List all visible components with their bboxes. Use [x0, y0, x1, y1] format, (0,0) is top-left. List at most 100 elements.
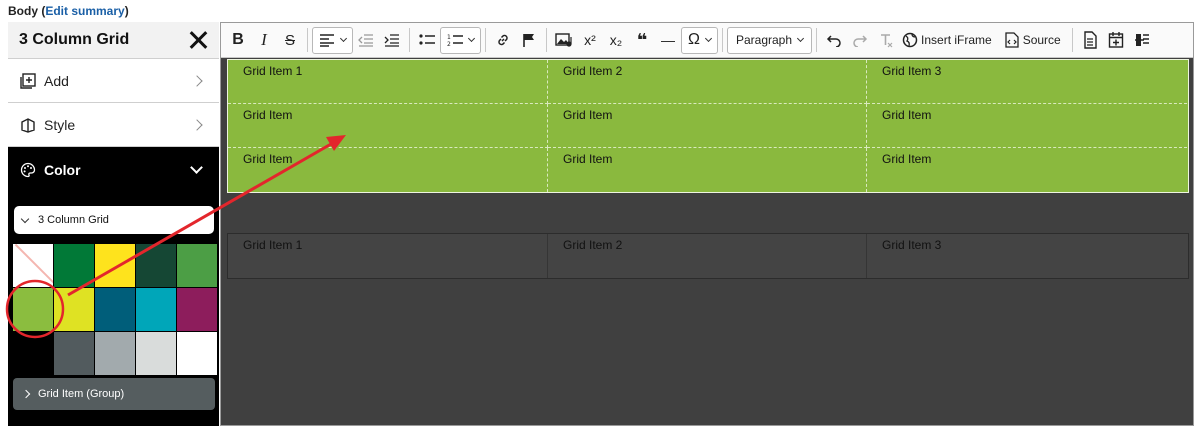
color-swatch[interactable]	[54, 288, 94, 331]
chevron-right-icon	[21, 389, 31, 399]
color-swatch[interactable]	[177, 332, 217, 375]
sidebar-title: 3 Column Grid	[19, 31, 130, 48]
horizontal-line-button[interactable]: —	[655, 27, 681, 54]
remove-format-button[interactable]	[873, 27, 899, 54]
three-column-grid-colored[interactable]: Grid Item 1 Grid Item 2 Grid Item 3 Grid It…	[227, 59, 1189, 193]
grid-item-group-toggle[interactable]: Grid Item (Group)	[13, 378, 215, 410]
grid-item-cell[interactable]: Grid Item 2	[548, 234, 867, 278]
insert-iframe-label: Insert iFrame	[921, 33, 992, 47]
close-icon[interactable]	[187, 29, 209, 51]
three-column-grid[interactable]: Grid Item 1 Grid Item 2 Grid Item 3	[227, 233, 1189, 279]
grid-item-cell[interactable]: Grid Item	[228, 148, 548, 192]
target-select[interactable]: 3 Column Grid	[14, 206, 214, 234]
sidebar-header: 3 Column Grid	[8, 22, 219, 59]
redo-button[interactable]	[847, 27, 873, 54]
color-swatch[interactable]	[136, 244, 176, 287]
numbered-list-dropdown[interactable]: 12	[440, 26, 481, 54]
insert-iframe-button[interactable]: Insert iFrame	[899, 27, 995, 54]
indent-button[interactable]	[379, 27, 405, 54]
numbered-list-icon: 12	[447, 34, 463, 47]
flag-icon	[523, 34, 534, 47]
outdent-button[interactable]	[353, 27, 379, 54]
rich-text-editor: B I S 12 x² x₂ ❝ — Ω Paragraph Insert iF…	[220, 22, 1194, 426]
sidebar-item-label: Add	[44, 72, 69, 89]
grid-item-cell[interactable]: Grid Item	[228, 104, 548, 148]
color-swatch[interactable]	[95, 288, 135, 331]
align-left-icon	[320, 34, 334, 47]
group-toggle-label: Grid Item (Group)	[38, 388, 125, 400]
toolbar-divider	[816, 28, 818, 52]
toolbar-divider	[307, 28, 308, 52]
grid-item-cell[interactable]: Grid Item	[867, 148, 1187, 192]
sidebar-item-style[interactable]: Style	[8, 103, 219, 147]
grid-item-cell[interactable]: Grid Item 3	[867, 234, 1187, 278]
sidebar-item-label: Color	[44, 162, 81, 178]
subscript-button[interactable]: x₂	[603, 27, 629, 54]
source-label: Source	[1022, 33, 1061, 47]
undo-icon	[826, 35, 841, 47]
grid-item-cell[interactable]: Grid Item 3	[867, 60, 1187, 104]
bulleted-list-button[interactable]	[414, 27, 440, 54]
toolbar-divider	[485, 28, 486, 52]
source-code-icon	[1005, 32, 1019, 48]
chevron-down-icon	[704, 34, 713, 43]
blockquote-button[interactable]: ❝	[629, 27, 655, 54]
redo-icon	[853, 35, 868, 47]
sidebar-item-add[interactable]: Add	[8, 59, 219, 103]
chevron-down-icon	[20, 214, 30, 223]
anchor-button[interactable]	[516, 27, 542, 54]
heading-dropdown[interactable]: Paragraph	[726, 26, 813, 54]
italic-button[interactable]: I	[251, 27, 277, 54]
bulleted-list-icon	[419, 34, 435, 45]
style-icon	[21, 117, 35, 133]
superscript-button[interactable]: x²	[577, 27, 603, 54]
grid-item-cell[interactable]: Grid Item 2	[548, 60, 867, 104]
template-button[interactable]	[1129, 27, 1155, 54]
grid-item-cell[interactable]: Grid Item	[548, 148, 867, 192]
link-icon	[498, 34, 508, 46]
swatch-no-color[interactable]	[13, 244, 53, 287]
grid-item-cell[interactable]: Grid Item 1	[228, 60, 548, 104]
color-swatch[interactable]	[136, 332, 176, 375]
grid-item-cell[interactable]: Grid Item 1	[228, 234, 548, 278]
grid-item-cell[interactable]: Grid Item	[867, 104, 1187, 148]
bold-button[interactable]: B	[225, 27, 251, 54]
style-sidebar: 3 Column Grid Add Style Color 3 Column G…	[8, 22, 219, 426]
color-swatch[interactable]	[95, 332, 135, 375]
remove-format-icon	[881, 34, 893, 48]
chevron-down-icon	[796, 34, 805, 43]
toolbar-divider	[546, 28, 547, 52]
link-button[interactable]	[490, 27, 516, 54]
template-icon	[1134, 34, 1149, 46]
color-swatch[interactable]	[54, 332, 94, 375]
color-swatch[interactable]	[177, 244, 217, 287]
document-button[interactable]	[1077, 27, 1103, 54]
svg-text:1: 1	[447, 34, 451, 41]
svg-text:2: 2	[447, 41, 451, 47]
target-select-value: 3 Column Grid	[38, 214, 109, 226]
grid-item-cell[interactable]: Grid Item	[548, 104, 867, 148]
edit-summary-link[interactable]: Edit summary	[45, 4, 124, 18]
heading-dropdown-value: Paragraph	[735, 33, 793, 47]
editor-toolbar: B I S 12 x² x₂ ❝ — Ω Paragraph Insert iF…	[221, 23, 1193, 58]
special-characters-dropdown[interactable]: Ω	[681, 26, 718, 54]
palette-icon	[20, 162, 36, 178]
omega-icon: Ω	[688, 31, 700, 48]
chevron-down-icon	[339, 34, 348, 43]
insert-date-button[interactable]	[1103, 27, 1129, 54]
chevron-down-icon	[467, 34, 476, 43]
sidebar-item-color[interactable]: Color	[8, 147, 219, 193]
swatch-empty	[13, 332, 53, 375]
source-button[interactable]: Source	[1001, 27, 1064, 54]
color-swatch[interactable]	[136, 288, 176, 331]
undo-button[interactable]	[821, 27, 847, 54]
toolbar-divider	[409, 28, 410, 52]
strikethrough-button[interactable]: S	[277, 27, 303, 54]
document-icon	[1084, 31, 1097, 49]
color-swatch[interactable]	[54, 244, 94, 287]
color-swatch[interactable]	[95, 244, 135, 287]
media-button[interactable]	[551, 27, 577, 54]
alignment-dropdown[interactable]	[312, 26, 353, 54]
color-swatch[interactable]	[177, 288, 217, 331]
swatch-selected[interactable]	[13, 288, 53, 331]
